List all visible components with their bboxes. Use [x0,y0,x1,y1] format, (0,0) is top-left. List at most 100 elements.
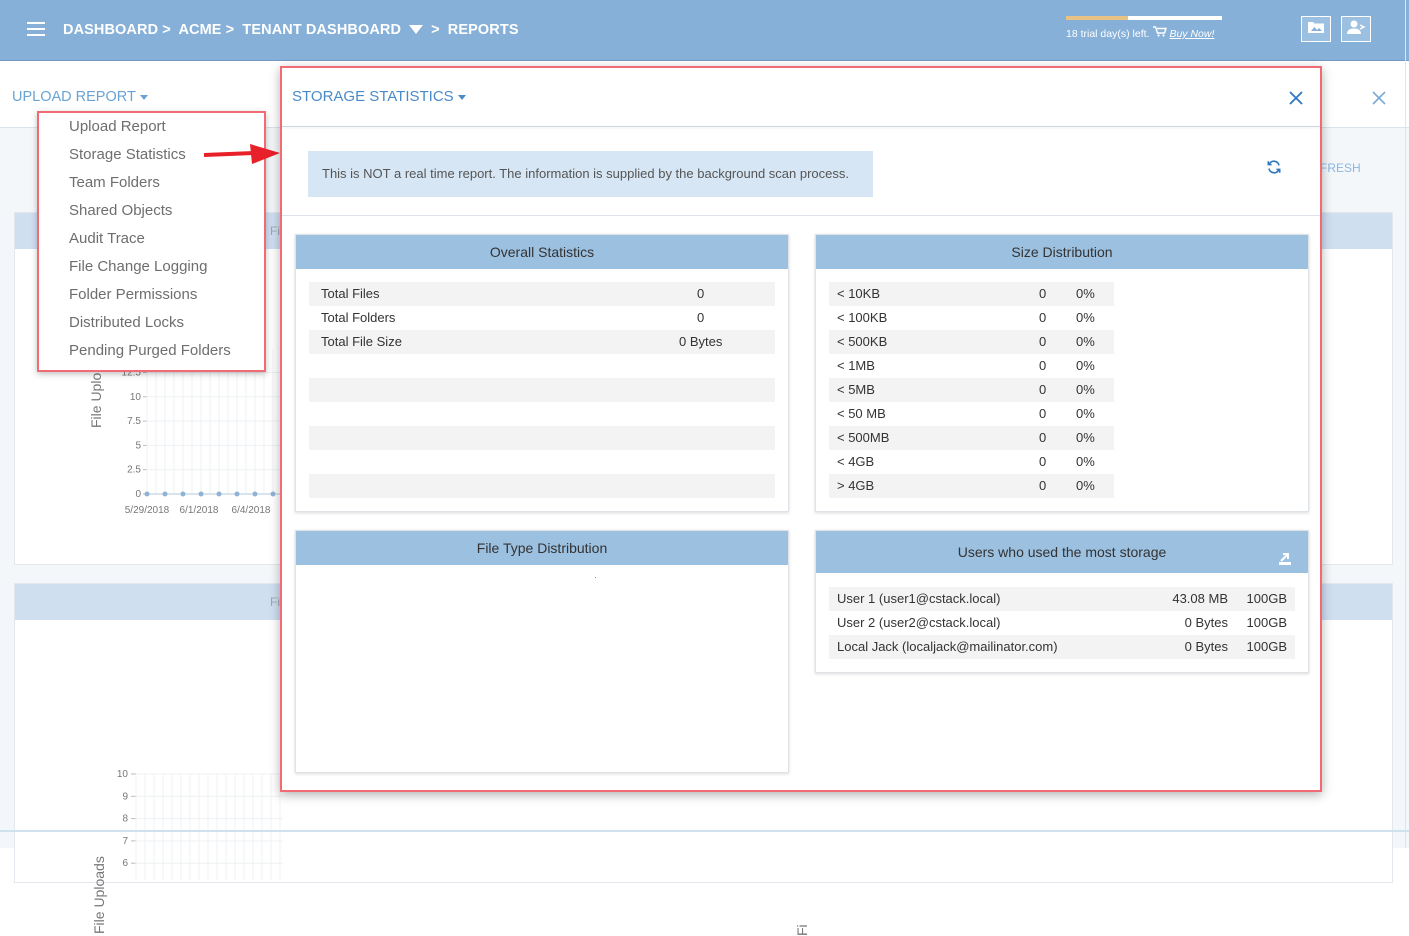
file-percent: 0% [1076,430,1095,445]
size-distribution-card: Size Distribution < 10KB 0 0% < 100KB 0 0% < 5… [815,234,1309,512]
trial-progress-fill [1066,16,1129,20]
table-row: Local Jack (localjack@mailinator.com) 0 B… [829,635,1295,659]
menu-item-upload-report[interactable]: Upload Report [39,113,264,141]
storage-used: 43.08 MB [1172,591,1228,606]
menu-icon[interactable] [27,22,45,36]
card-header: File Type Distribution [296,531,788,565]
table-row: < 500KB 0 0% [829,330,1114,354]
file-percent: 0% [1076,454,1095,469]
modal-title-dropdown[interactable]: STORAGE STATISTICS [292,88,466,105]
trial-days-text: 18 trial day(s) left. [1066,28,1150,40]
size-bucket: > 4GB [837,478,875,493]
report-notice: This is NOT a real time report. The info… [308,151,873,197]
table-row: Total File Size 0 Bytes [309,330,775,354]
empty-chart-placeholder [595,577,596,578]
modal-title: STORAGE STATISTICS [292,88,454,105]
chart-y-axis-label-3: Fi [794,924,810,936]
caret-down-icon[interactable] [409,24,424,34]
size-bucket: < 500KB [837,334,888,349]
empty-row [309,474,775,498]
page-close-icon[interactable] [1371,90,1387,106]
export-icon[interactable] [1278,540,1292,565]
user-profile-button[interactable] [1341,16,1371,42]
y-tick-label: 9 [122,791,128,802]
file-count: 0 [1039,478,1047,493]
scrollbar-track[interactable] [1405,0,1406,848]
file-percent: 0% [1076,478,1095,493]
refresh-icon[interactable] [1266,159,1282,175]
modal-header-divider [282,126,1320,127]
menu-item-team-folders[interactable]: Team Folders [39,169,264,197]
row-value: 0 [697,310,705,325]
data-point [252,491,258,497]
y-tick-label: 7.5 [127,416,141,427]
breadcrumb-dashboard[interactable]: DASHBOARD > [63,22,171,38]
chart-y-axis-label: File Uploads [91,856,107,934]
data-point [270,491,276,497]
buy-now-link[interactable]: Buy Now! [1169,28,1214,40]
table-row: < 50 MB 0 0% [829,402,1114,426]
refresh-button[interactable]: FRESH [1320,161,1361,175]
file-count: 0 [1039,382,1047,397]
notice-divider [282,215,1320,216]
top-bar: DASHBOARD > ACME > TENANT DASHBOARD > REP… [0,0,1409,61]
user-name: User 2 (user2@cstack.local) [837,615,1001,630]
breadcrumb-separator: > [431,22,440,38]
table-row: Total Folders 0 [309,306,775,330]
data-point [234,491,240,497]
y-tick-label: 5 [135,440,141,451]
refresh-label: FRESH [1320,161,1361,175]
close-icon[interactable] [1288,90,1304,106]
file-count: 0 [1039,454,1047,469]
file-percent: 0% [1076,406,1095,421]
file-percent: 0% [1076,358,1095,373]
page-bottom-border [0,830,1409,832]
menu-item-distributed-locks[interactable]: Distributed Locks [39,309,264,337]
size-bucket: < 4GB [837,454,875,469]
storage-quota: 100GB [1246,615,1287,630]
data-point [180,491,186,497]
menu-item-shared-objects[interactable]: Shared Objects [39,197,264,225]
file-count: 0 [1039,406,1047,421]
row-label: Total Folders [321,310,396,325]
breadcrumb: DASHBOARD > ACME > TENANT DASHBOARD > REP… [63,22,523,38]
file-count: 0 [1039,286,1047,301]
folder-image-icon [1307,20,1325,39]
card-header: Users who used the most storage [816,531,1308,573]
y-tick-label: 7 [122,836,128,847]
row-value: 0 Bytes [679,334,723,349]
row-value: 0 [697,286,705,301]
menu-item-folder-permissions[interactable]: Folder Permissions [39,281,264,309]
data-point [144,491,150,497]
top-storage-users-table: User 1 (user1@cstack.local) 43.08 MB 100GB… [829,587,1295,659]
user-name: User 1 (user1@cstack.local) [837,591,1001,606]
file-percent: 0% [1076,310,1095,325]
breadcrumb-acme[interactable]: ACME > [178,22,234,38]
x-tick-label: 5/29/2018 [125,505,170,516]
table-row: User 2 (user2@cstack.local) 0 Bytes 100GB [829,611,1295,635]
menu-item-pending-purged-folders[interactable]: Pending Purged Folders [39,337,264,365]
card-header: Overall Statistics [296,235,788,269]
file-count: 0 [1039,334,1047,349]
folder-image-button[interactable] [1301,16,1331,42]
table-row: < 10KB 0 0% [829,282,1114,306]
data-point [198,491,204,497]
size-bucket: < 1MB [837,358,875,373]
empty-row [309,426,775,450]
upload-report-dropdown[interactable]: UPLOAD REPORT [12,89,148,105]
storage-used: 0 Bytes [1184,639,1228,654]
size-bucket: < 5MB [837,382,875,397]
table-row: User 1 (user1@cstack.local) 43.08 MB 100GB [829,587,1295,611]
file-count: 0 [1039,430,1047,445]
menu-item-file-change-logging[interactable]: File Change Logging [39,253,264,281]
file-percent: 0% [1076,334,1095,349]
user-icon [1346,19,1366,40]
storage-quota: 100GB [1246,591,1287,606]
size-distribution-table: < 10KB 0 0% < 100KB 0 0% < 500KB 0 0% < 1MB 0 0% < 5… [829,282,1114,498]
card-header: Size Distribution [816,235,1308,269]
empty-row [309,450,775,474]
breadcrumb-tenant-dashboard[interactable]: TENANT DASHBOARD [242,22,401,38]
table-row: < 4GB 0 0% [829,450,1114,474]
user-name: Local Jack (localjack@mailinator.com) [837,639,1058,654]
menu-item-audit-trace[interactable]: Audit Trace [39,225,264,253]
